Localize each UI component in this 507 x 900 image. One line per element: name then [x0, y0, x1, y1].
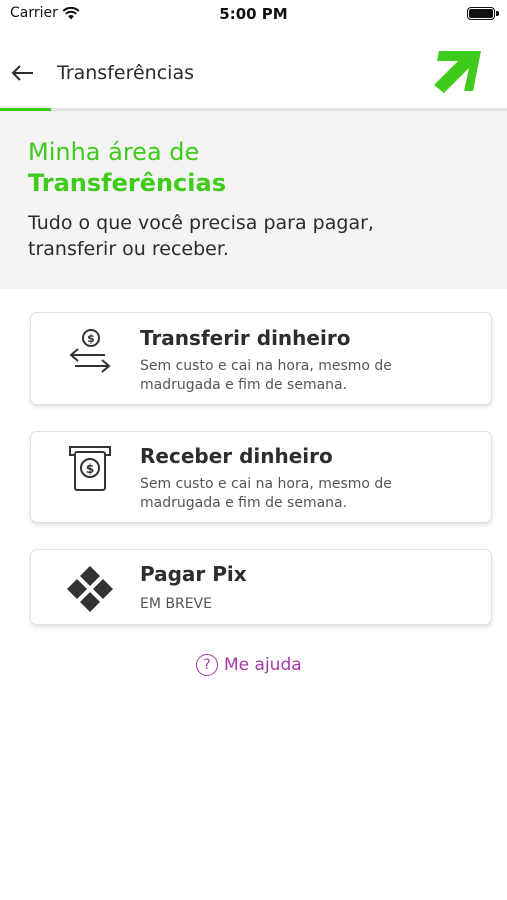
help-label: Me ajuda	[224, 655, 302, 675]
transfer-icon: $	[69, 329, 111, 373]
hero-title-line2: Transferências	[28, 169, 226, 197]
pix-icon	[67, 566, 113, 612]
hero-section: Minha área de Transferências Tudo o que …	[0, 111, 507, 289]
svg-text:$: $	[87, 332, 95, 345]
brand-logo	[434, 51, 481, 93]
pay-pix-card[interactable]: Pagar Pix EM BREVE	[30, 549, 492, 625]
back-arrow-icon	[11, 65, 33, 81]
receive-card-description: Sem custo e cai na hora, mesmo de madrug…	[140, 476, 392, 511]
pix-card-title: Pagar Pix	[140, 562, 247, 586]
question-icon: ?	[196, 654, 218, 676]
battery-cap	[496, 11, 499, 16]
svg-text:$: $	[86, 462, 94, 476]
back-button[interactable]	[10, 60, 36, 86]
transfer-card-title: Transferir dinheiro	[140, 326, 351, 350]
status-bar: Carrier 5:00 PM	[0, 0, 507, 30]
transfer-money-card[interactable]: $ Transferir dinheiro Sem custo e cai na…	[30, 312, 492, 405]
receive-money-card[interactable]: $ Receber dinheiro Sem custo e cai na ho…	[30, 431, 492, 523]
hero-title-line1: Minha área de	[28, 138, 200, 166]
transfer-card-description: Sem custo e cai na hora, mesmo de madrug…	[140, 358, 392, 393]
battery-icon	[467, 7, 495, 20]
page-title: Transferências	[57, 62, 194, 84]
atm-icon: $	[69, 446, 111, 491]
clock: 5:00 PM	[219, 5, 288, 23]
help-link[interactable]: ? Me ajuda	[196, 654, 302, 676]
app-header: Transferências	[0, 40, 507, 110]
receive-card-title: Receber dinheiro	[140, 444, 333, 468]
hero-description: Tudo o que você precisa para pagar, tran…	[28, 212, 374, 260]
pix-card-status: EM BREVE	[140, 596, 212, 612]
